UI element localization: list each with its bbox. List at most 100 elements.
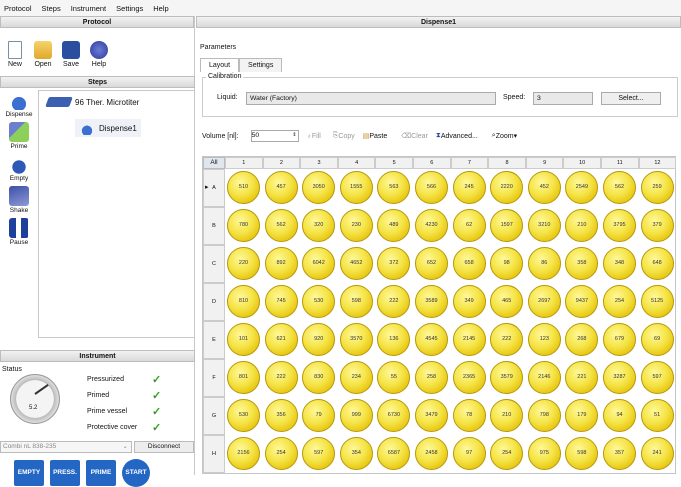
row-header[interactable]: H [203, 435, 225, 473]
well[interactable]: 221 [565, 361, 599, 394]
well[interactable]: 510 [227, 171, 260, 204]
well[interactable]: 452 [527, 171, 561, 204]
row-header[interactable]: G [203, 397, 225, 435]
well[interactable]: 563 [377, 171, 411, 204]
column-header[interactable]: 3 [300, 157, 338, 169]
fill-button[interactable]: ♁ Fill [307, 133, 321, 140]
well[interactable]: 354 [339, 437, 373, 470]
empty-button[interactable]: EMPTY [14, 460, 44, 486]
row-header[interactable]: B [203, 207, 225, 245]
well[interactable]: 2146 [527, 361, 561, 394]
well[interactable]: 258 [415, 361, 448, 394]
column-header[interactable]: 2 [262, 157, 301, 169]
well[interactable]: 2365 [452, 361, 486, 394]
well[interactable]: 3589 [415, 285, 448, 318]
well[interactable]: 222 [377, 285, 411, 318]
well[interactable]: 679 [603, 323, 636, 356]
well[interactable]: 6042 [302, 247, 336, 280]
well[interactable]: 3570 [339, 323, 373, 356]
well[interactable]: 356 [264, 399, 298, 432]
well[interactable]: 5125 [640, 285, 674, 318]
well[interactable]: 222 [264, 361, 298, 394]
menu-instrument[interactable]: Instrument [71, 4, 106, 13]
column-header[interactable]: 12 [638, 157, 677, 169]
tree-plate-node[interactable]: 96 Ther. Microtiter [45, 97, 139, 107]
well[interactable]: 230 [339, 209, 373, 242]
well[interactable]: 220 [227, 247, 260, 280]
well[interactable]: 51 [640, 399, 674, 432]
well[interactable]: 234 [339, 361, 373, 394]
well[interactable]: 597 [640, 361, 674, 394]
new-button[interactable]: New [4, 41, 26, 68]
well[interactable]: 999 [339, 399, 373, 432]
well[interactable]: 2697 [527, 285, 561, 318]
well[interactable]: 597 [302, 437, 336, 470]
empty-step-button[interactable]: Empty [0, 154, 38, 182]
well[interactable]: 372 [377, 247, 411, 280]
well[interactable]: 648 [640, 247, 674, 280]
menu-help[interactable]: Help [153, 4, 168, 13]
well[interactable]: 136 [377, 323, 411, 356]
well[interactable]: 489 [377, 209, 411, 242]
column-header[interactable]: 7 [450, 157, 489, 169]
well[interactable]: 4545 [415, 323, 448, 356]
clear-button[interactable]: ⌫ Clear [401, 132, 428, 141]
pause-step-button[interactable]: Pause [0, 218, 38, 246]
well[interactable]: 79 [302, 399, 336, 432]
help-button[interactable]: Help [88, 41, 110, 68]
well[interactable]: 222 [490, 323, 524, 356]
well[interactable]: 745 [264, 285, 298, 318]
well[interactable]: 259 [640, 171, 674, 204]
well[interactable]: 4230 [415, 209, 448, 242]
well[interactable]: 798 [527, 399, 561, 432]
column-header[interactable]: 11 [601, 157, 639, 169]
well[interactable]: 2145 [452, 323, 486, 356]
well[interactable]: 621 [264, 323, 298, 356]
well[interactable]: 892 [264, 247, 298, 280]
well[interactable]: 2549 [565, 171, 599, 204]
copy-button[interactable]: ⎘ Copy [333, 132, 355, 140]
liquid-field[interactable]: Water (Factory) [246, 92, 496, 105]
column-header[interactable]: 8 [488, 157, 526, 169]
column-header[interactable]: 10 [563, 157, 601, 169]
well[interactable]: 349 [452, 285, 486, 318]
well[interactable]: 210 [490, 399, 524, 432]
column-header[interactable]: 1 [225, 157, 263, 169]
well[interactable]: 357 [603, 437, 636, 470]
column-header[interactable]: 5 [375, 157, 413, 169]
speed-field[interactable]: 3 [533, 92, 593, 105]
tree-step-node[interactable]: Dispense1 [75, 119, 141, 137]
disconnect-button[interactable]: Disconnect [134, 441, 194, 453]
row-header[interactable]: C [203, 245, 225, 283]
well[interactable]: 3210 [527, 209, 561, 242]
row-header[interactable]: F [203, 359, 225, 397]
well[interactable]: 3287 [603, 361, 636, 394]
well[interactable]: 562 [603, 171, 636, 204]
well[interactable]: 465 [490, 285, 524, 318]
tab-settings[interactable]: Settings [239, 58, 283, 72]
well[interactable]: 3479 [415, 399, 448, 432]
well[interactable]: 268 [565, 323, 599, 356]
well[interactable]: 530 [302, 285, 336, 318]
select-all-corner[interactable]: All [203, 157, 225, 169]
well[interactable]: 348 [603, 247, 636, 280]
well[interactable]: 245 [452, 171, 486, 204]
well[interactable]: 6587 [377, 437, 411, 470]
shake-step-button[interactable]: Shake [0, 186, 38, 214]
well[interactable]: 320 [302, 209, 336, 242]
well[interactable]: 566 [415, 171, 448, 204]
column-header[interactable]: 9 [525, 157, 564, 169]
row-header[interactable]: D [203, 283, 225, 321]
well[interactable]: 2220 [490, 171, 524, 204]
well[interactable]: 1555 [339, 171, 373, 204]
well[interactable]: 562 [264, 209, 298, 242]
advanced-button[interactable]: ⧗ Advanced... [436, 132, 478, 140]
well[interactable]: 598 [339, 285, 373, 318]
menu-settings[interactable]: Settings [116, 4, 143, 13]
well[interactable]: 1597 [490, 209, 524, 242]
well[interactable]: 598 [565, 437, 599, 470]
well[interactable]: 179 [565, 399, 599, 432]
well[interactable]: 254 [264, 437, 298, 470]
spinner-icon[interactable]: ⇕ [292, 130, 296, 140]
well[interactable]: 98 [490, 247, 524, 280]
